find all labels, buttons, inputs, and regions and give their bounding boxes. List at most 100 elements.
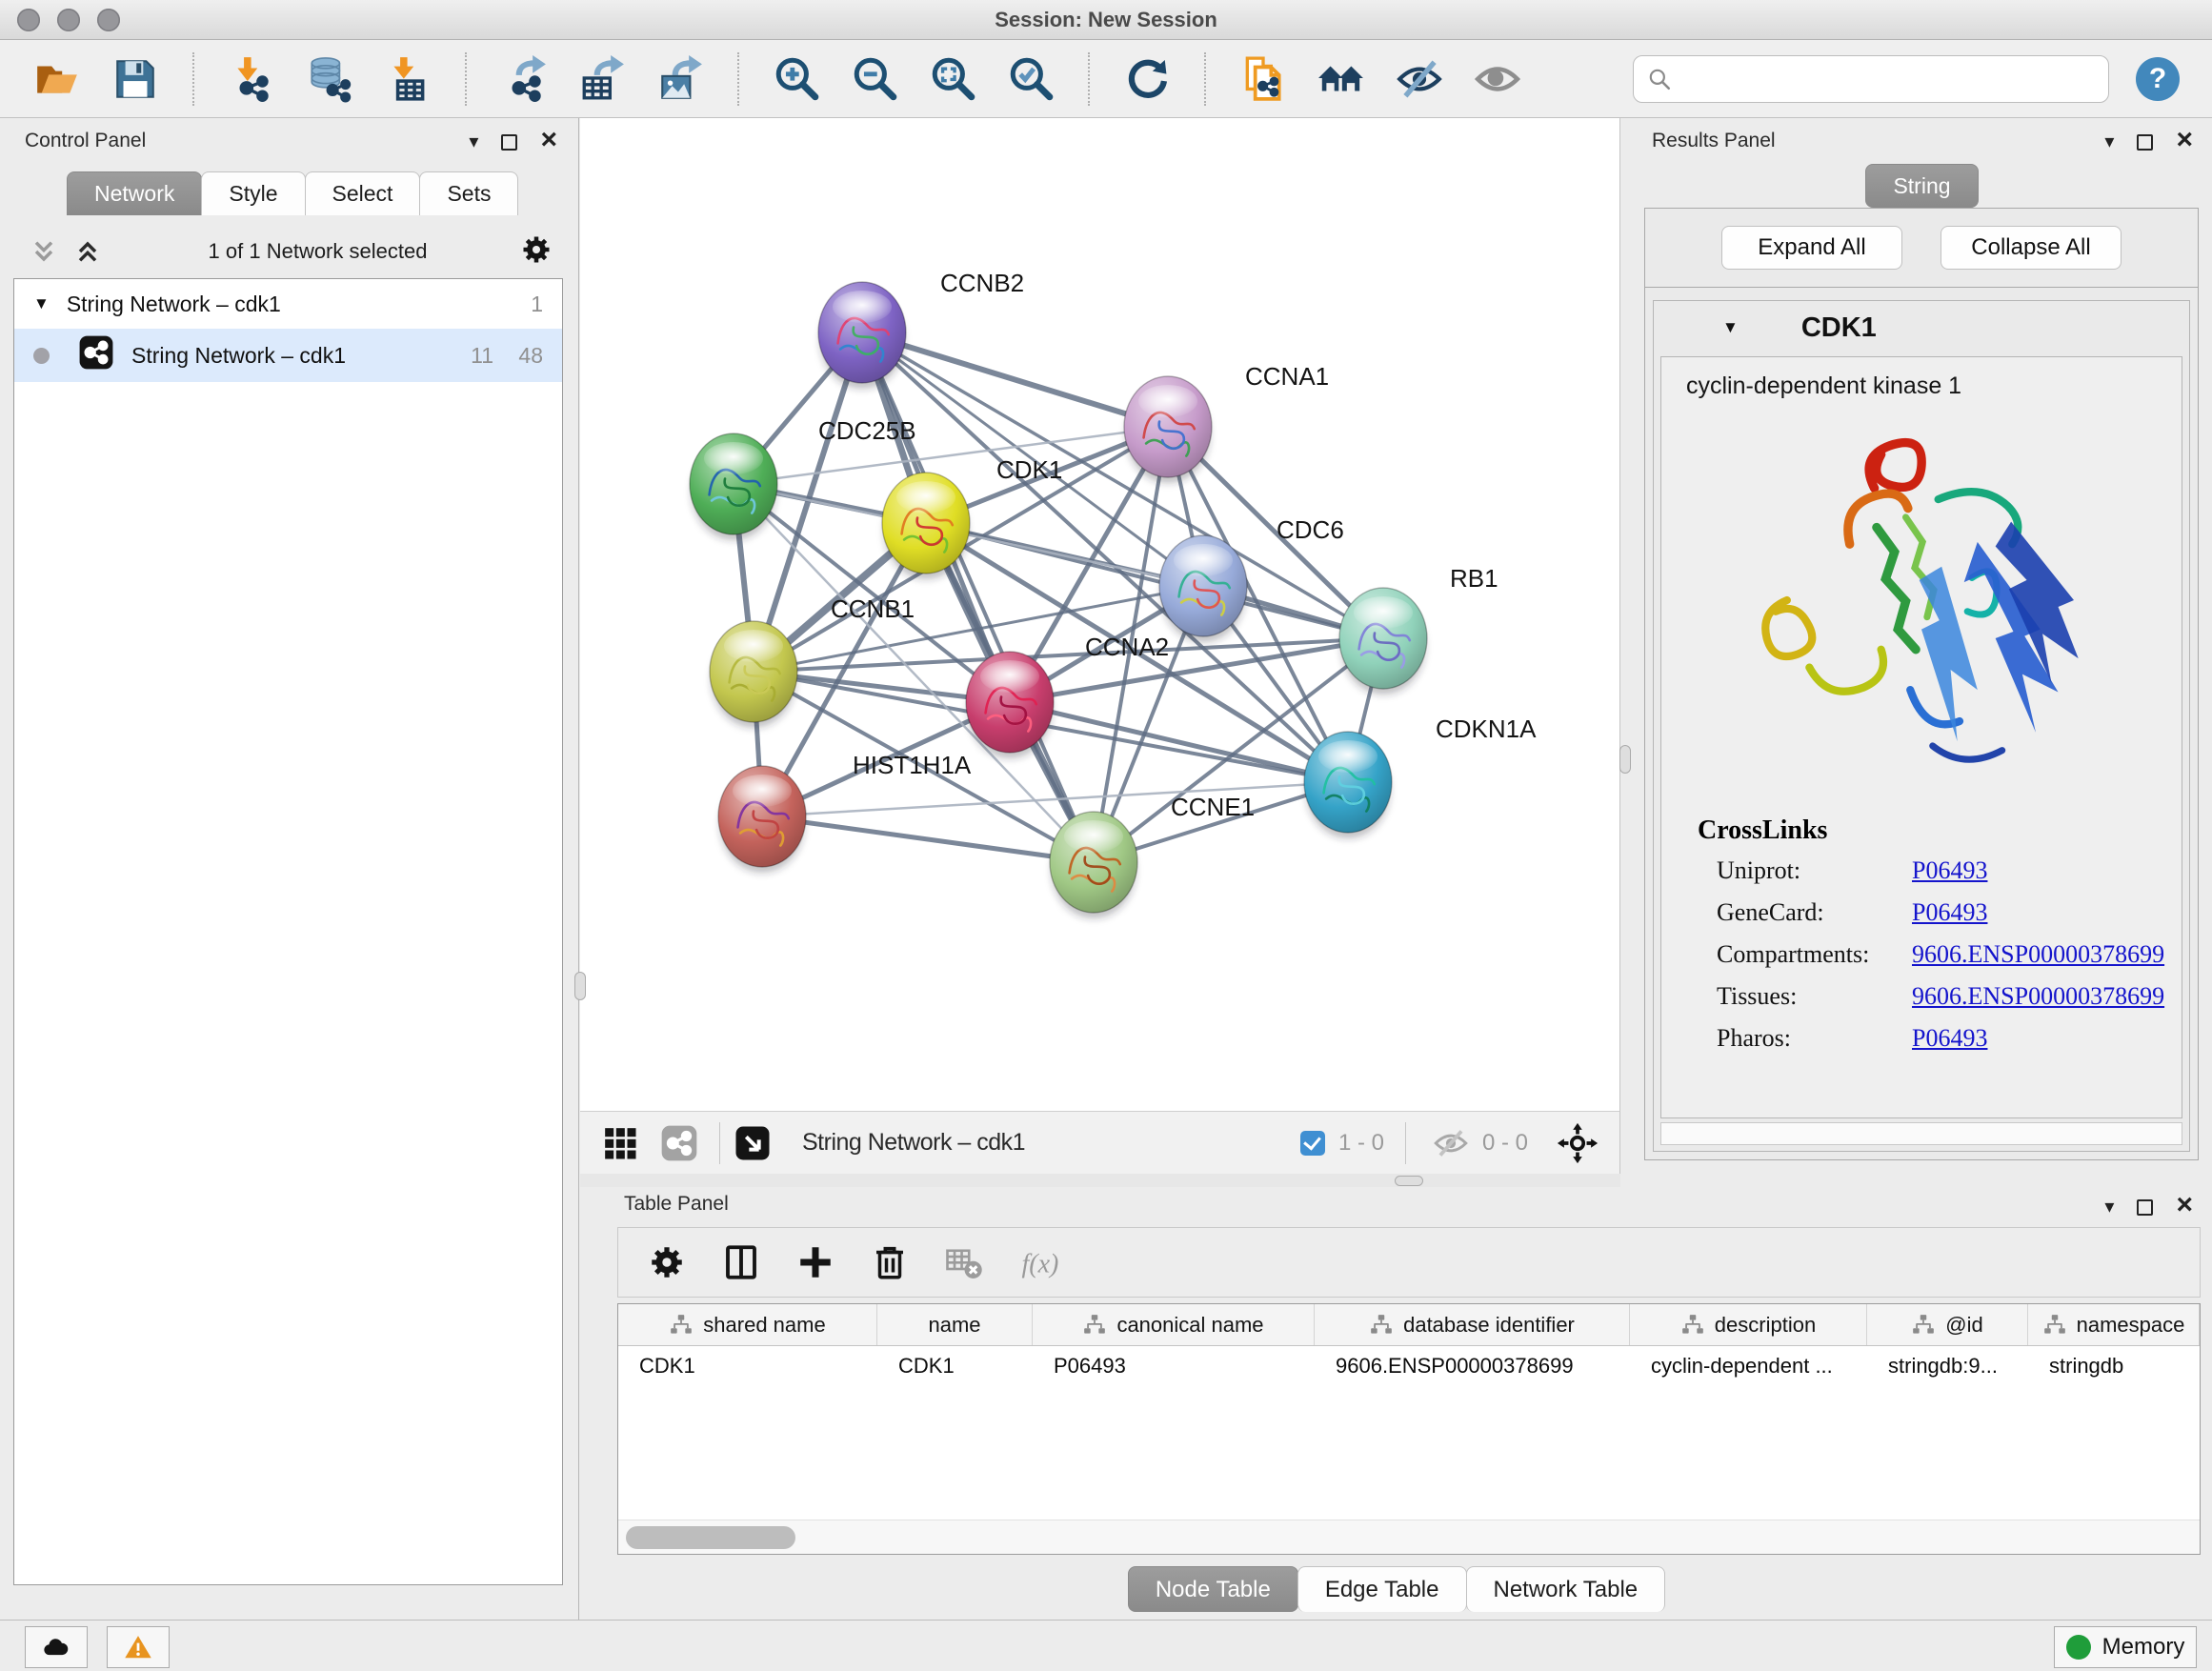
collapse-all-icon[interactable]	[29, 236, 59, 267]
search-input[interactable]	[1681, 60, 2095, 98]
tab-select[interactable]: Select	[305, 171, 421, 215]
open-in-new-window-button[interactable]	[734, 1124, 772, 1162]
table-cell[interactable]: CDK1	[618, 1346, 877, 1386]
left-splitter-handle[interactable]	[574, 972, 586, 1000]
node-CCNA2[interactable]: CCNA2	[966, 633, 1169, 758]
collapse-all-button[interactable]: Collapse All	[1941, 226, 2122, 270]
expand-all-button[interactable]: Expand All	[1721, 226, 1902, 270]
column-header-id[interactable]: @id	[1867, 1304, 2028, 1345]
column-header-canonicalname[interactable]: canonical name	[1033, 1304, 1315, 1345]
column-header-description[interactable]: description	[1630, 1304, 1867, 1345]
apply-preferred-layout-button[interactable]	[1122, 54, 1172, 104]
network-row-selected[interactable]: String Network – cdk1 11 48	[14, 329, 562, 382]
network-graph[interactable]: CCNB2 CCNA1 CDC25B CDK1 CDC6 R	[580, 118, 1620, 1111]
import-table-from-file-button[interactable]	[383, 54, 432, 104]
scrollbar-thumb[interactable]	[626, 1526, 795, 1549]
import-network-from-database-button[interactable]	[305, 54, 354, 104]
clone-network-button[interactable]	[1238, 54, 1288, 104]
memory-button[interactable]: Memory	[2054, 1626, 2197, 1668]
zoom-out-button[interactable]	[850, 54, 899, 104]
warnings-button[interactable]	[107, 1626, 170, 1668]
cloud-button[interactable]	[25, 1626, 88, 1668]
zoom-selected-button[interactable]	[1006, 54, 1056, 104]
table-options-button[interactable]	[647, 1242, 687, 1282]
table-cell[interactable]: 9606.ENSP00000378699	[1315, 1346, 1630, 1386]
tab-network[interactable]: Network	[67, 171, 202, 215]
crosslink-value-link[interactable]: 9606.ENSP00000378699	[1912, 982, 2164, 1011]
table-row[interactable]: CDK1CDK1P064939606.ENSP00000378699cyclin…	[618, 1346, 2200, 1386]
network-options-gear-icon[interactable]	[519, 232, 553, 272]
table-cell[interactable]: stringdb	[2028, 1346, 2200, 1386]
splitter-handle[interactable]	[1395, 1176, 1423, 1186]
results-panel-menu-icon[interactable]: ▾	[2104, 132, 2114, 151]
results-panel-close-icon[interactable]: ×	[2176, 126, 2193, 154]
tab-network-table[interactable]: Network Table	[1466, 1566, 1666, 1612]
selected-nodes-checkbox[interactable]	[1300, 1131, 1325, 1156]
help-button[interactable]: ?	[2136, 57, 2180, 101]
show-grid-button[interactable]	[601, 1124, 639, 1162]
hierarchy-icon	[1369, 1313, 1394, 1338]
results-scroll-strip[interactable]	[1660, 1122, 2182, 1145]
table-panel-menu-icon[interactable]: ▾	[2104, 1198, 2114, 1217]
network-canvas[interactable]: CCNB2 CCNA1 CDC25B CDK1 CDC6 R	[580, 118, 1620, 1111]
table-cell[interactable]: CDK1	[877, 1346, 1033, 1386]
save-session-button[interactable]	[111, 54, 160, 104]
table-panel-float-icon[interactable]	[2137, 1199, 2153, 1216]
show-all-button[interactable]	[1473, 54, 1522, 104]
table-cell[interactable]: P06493	[1033, 1346, 1315, 1386]
hide-selected-button[interactable]	[1395, 54, 1444, 104]
network-collection-row[interactable]: ▼ String Network – cdk1 1	[14, 279, 562, 329]
collection-label: String Network – cdk1	[67, 292, 486, 317]
create-column-button[interactable]	[795, 1242, 835, 1282]
show-columns-button[interactable]	[721, 1242, 761, 1282]
crosslink-value-link[interactable]: P06493	[1912, 856, 1987, 885]
zoom-fit-button[interactable]	[928, 54, 977, 104]
tab-edge-table[interactable]: Edge Table	[1297, 1566, 1467, 1612]
tab-node-table[interactable]: Node Table	[1128, 1566, 1298, 1612]
column-header-namespace[interactable]: namespace	[2028, 1304, 2200, 1345]
table-cell[interactable]: cyclin-dependent ...	[1630, 1346, 1867, 1386]
export-table-button[interactable]	[577, 54, 627, 104]
table-panel-close-icon[interactable]: ×	[2176, 1191, 2193, 1219]
column-header-databaseidentifier[interactable]: database identifier	[1315, 1304, 1630, 1345]
network-label: String Network – cdk1	[131, 343, 436, 369]
control-panel-float-icon[interactable]	[501, 134, 517, 151]
export-image-button[interactable]	[655, 54, 705, 104]
birds-eye-move-icon[interactable]	[1557, 1122, 1599, 1164]
crosslink-value-link[interactable]: 9606.ENSP00000378699	[1912, 940, 2164, 969]
tab-string[interactable]: String	[1865, 164, 1978, 208]
node-RB1[interactable]: RB1	[1339, 564, 1498, 695]
zoom-in-button[interactable]	[772, 54, 821, 104]
crosslink-row: Tissues: 9606.ENSP00000378699	[1661, 976, 2182, 1017]
collection-disclosure-icon[interactable]: ▼	[33, 294, 50, 313]
delete-columns-button[interactable]	[870, 1242, 910, 1282]
import-network-from-file-button[interactable]	[227, 54, 276, 104]
table-x-icon	[944, 1242, 984, 1282]
node-CDKN1A[interactable]: CDKN1A	[1304, 715, 1537, 838]
horizontal-splitter[interactable]	[580, 1174, 1620, 1187]
search-box[interactable]	[1633, 55, 2109, 103]
crosslink-value-link[interactable]: P06493	[1912, 1024, 1987, 1053]
network-overview-button[interactable]	[660, 1124, 698, 1162]
control-panel-close-icon[interactable]: ×	[540, 126, 557, 154]
export-network-button[interactable]	[499, 54, 549, 104]
delete-table-button[interactable]	[944, 1242, 984, 1282]
crosslink-value-link[interactable]: P06493	[1912, 898, 1987, 927]
first-neighbors-button[interactable]	[1317, 54, 1366, 104]
right-splitter-handle[interactable]	[1619, 745, 1631, 774]
node-CCNE1[interactable]: CCNE1	[1050, 793, 1255, 918]
control-panel-menu-icon[interactable]: ▾	[469, 132, 478, 151]
results-panel-float-icon[interactable]	[2137, 134, 2153, 151]
open-file-button[interactable]	[32, 54, 82, 104]
tab-style[interactable]: Style	[201, 171, 305, 215]
table-horizontal-scrollbar[interactable]	[618, 1520, 2200, 1554]
table-cell[interactable]: stringdb:9...	[1867, 1346, 2028, 1386]
network-nodes[interactable]: CCNB2 CCNA1 CDC25B CDK1 CDC6 R	[690, 269, 1537, 918]
column-header-sharedname[interactable]: shared name	[618, 1304, 877, 1345]
function-builder-button[interactable]: f(x)	[1018, 1242, 1058, 1282]
expand-all-icon[interactable]	[72, 236, 103, 267]
tab-sets[interactable]: Sets	[419, 171, 518, 215]
column-header-name[interactable]: name	[877, 1304, 1033, 1345]
node-CCNA1[interactable]: CCNA1	[1124, 362, 1329, 483]
protein-disclosure-icon[interactable]: ▼	[1722, 318, 1739, 337]
